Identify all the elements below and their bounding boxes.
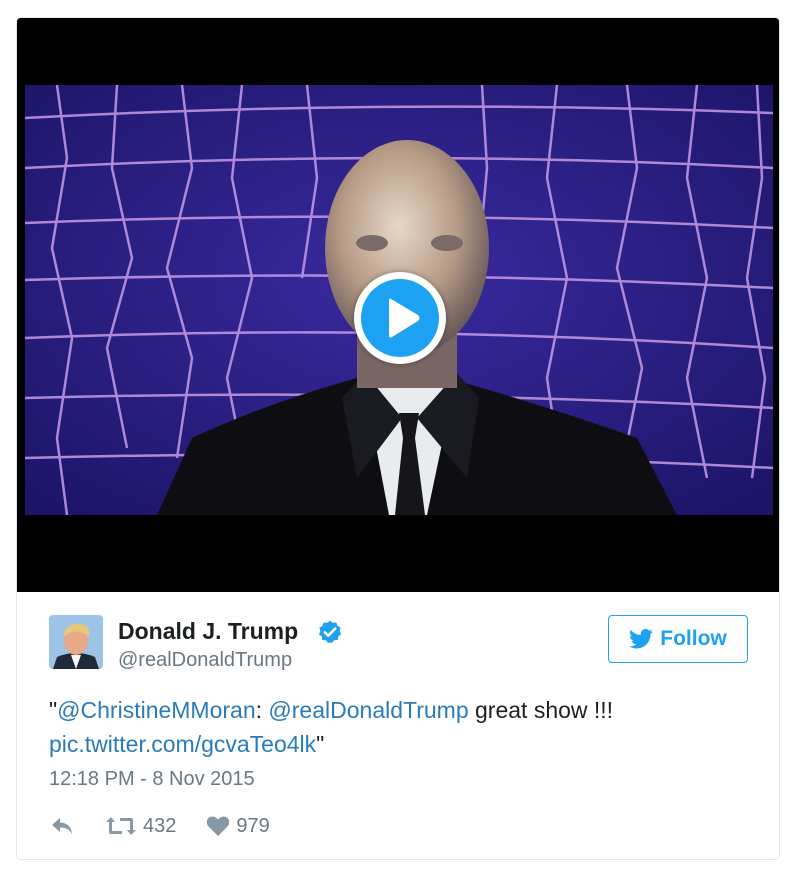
follow-button[interactable]: Follow [608,615,748,663]
tweet-body: great show !!! [468,697,614,723]
author-avatar[interactable] [49,615,103,669]
heart-icon [207,816,230,836]
tweet-text: "@ChristineMMoran: @realDonaldTrump grea… [49,693,749,761]
play-icon [389,298,420,338]
embedded-tweet-card: Donald J. Trump @realDonaldTrump Follow … [16,17,780,860]
follow-label: Follow [660,627,727,650]
avatar-image [49,615,103,669]
open-quote: " [49,697,58,723]
tweet-actions: 432 979 [49,812,270,840]
twitter-bird-icon [629,629,654,649]
reply-icon [52,818,72,834]
close-quote: " [316,731,325,757]
play-button[interactable] [354,272,446,364]
retweet-button[interactable]: 432 [105,815,176,838]
video-thumbnail[interactable] [17,18,779,592]
retweet-icon [106,817,136,835]
author-name[interactable]: Donald J. Trump [118,618,298,645]
author-handle[interactable]: @realDonaldTrump [118,649,292,672]
verified-badge-icon [318,620,342,644]
media-link[interactable]: pic.twitter.com/gcvaTeo4lk [49,731,316,757]
like-count: 979 [236,814,270,837]
mention-link[interactable]: @realDonaldTrump [268,697,468,723]
retweet-count: 432 [143,814,177,837]
like-button[interactable]: 979 [206,814,270,838]
mention-separator: : [255,697,269,723]
tweet-timestamp[interactable]: 12:18 PM - 8 Nov 2015 [49,768,255,791]
reply-button[interactable] [49,815,75,837]
mention-link[interactable]: @ChristineMMoran [57,697,255,723]
